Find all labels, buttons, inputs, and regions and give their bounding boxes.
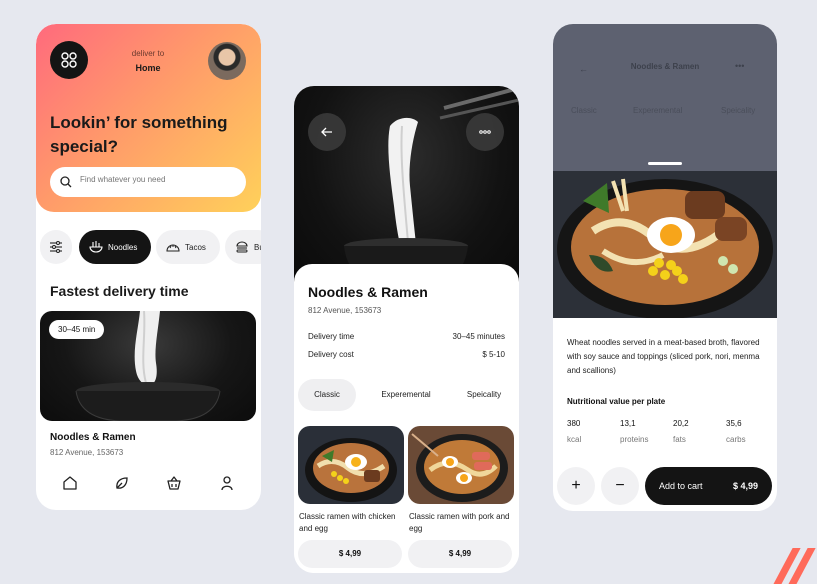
delivery-cost-row: Delivery cost $ 5-10 xyxy=(308,350,505,359)
dish-detail-screen: Noodles & Ramen ← ••• Classic Experement… xyxy=(553,24,777,511)
menu-tabs: Classic Experemental Speicality xyxy=(298,379,515,411)
leaf-icon[interactable] xyxy=(114,475,130,491)
featured-restaurant-card[interactable]: 30–45 min xyxy=(40,311,256,421)
category-list: Noodles Tacos Bu xyxy=(40,230,261,264)
add-to-cart-label: Add to cart xyxy=(659,481,703,491)
noodle-bowl-icon xyxy=(89,241,103,253)
home-icon[interactable] xyxy=(62,475,78,491)
dish-photo xyxy=(298,426,404,504)
tab-speicality[interactable]: Speicality xyxy=(454,379,514,411)
home-header: deliver to Home Lookin’ for something sp… xyxy=(36,24,261,212)
nutrition-unit: kcal xyxy=(567,435,582,444)
category-label: Bu xyxy=(254,242,261,252)
search-bar[interactable] xyxy=(50,167,246,197)
nutrition-item: 380 kcal xyxy=(567,419,581,444)
tab-classic[interactable]: Classic xyxy=(298,379,356,411)
delivery-time-value: 30–45 minutes xyxy=(452,332,505,341)
dish-photo xyxy=(553,171,777,318)
tab-speicality: Speicality xyxy=(721,106,756,115)
filter-button[interactable] xyxy=(40,230,72,264)
page-title: Lookin’ for something special? xyxy=(50,113,228,156)
restaurant-screen: Noodles & Ramen 812 Avenue, 153673 Deliv… xyxy=(294,86,519,573)
delivery-cost-label: Delivery cost xyxy=(308,350,354,359)
dish-description: Wheat noodles served in a meat-based bro… xyxy=(567,338,760,375)
nutrition-value: 20,2 xyxy=(673,419,689,428)
tab-experemental[interactable]: Experemental xyxy=(366,379,446,411)
nutrition-value: 380 xyxy=(567,419,581,428)
menu-item-card[interactable]: Classic ramen with pork and egg $ 4,99 xyxy=(408,426,514,568)
delivery-time-badge: 30–45 min xyxy=(49,320,105,339)
tab-experemental: Experemental xyxy=(633,106,683,115)
add-to-cart-button[interactable]: Add to cart $ 4,99 xyxy=(645,467,772,505)
deliver-to-value: Home xyxy=(135,63,161,73)
nutrition-item: 13,1 proteins xyxy=(620,419,648,444)
back-button[interactable] xyxy=(308,113,346,151)
delivery-time-label: Delivery time xyxy=(308,332,355,341)
category-label: Noodles xyxy=(108,242,138,252)
search-icon xyxy=(60,176,72,188)
dish-price-button[interactable]: $ 4,99 xyxy=(408,540,512,568)
basket-icon[interactable] xyxy=(166,475,182,491)
category-tacos[interactable]: Tacos xyxy=(156,230,220,264)
restaurant-title: Noodles & Ramen xyxy=(308,284,428,300)
restaurant-address: 812 Avenue, 153673 xyxy=(308,306,382,315)
category-noodles[interactable]: Noodles xyxy=(79,230,151,264)
profile-icon[interactable] xyxy=(219,475,235,491)
restaurant-address: 812 Avenue, 153673 xyxy=(50,448,124,457)
delivery-time-row: Delivery time 30–45 minutes xyxy=(308,332,505,341)
dimmed-background: Noodles & Ramen ← ••• Classic Experement… xyxy=(553,24,777,174)
tab-classic: Classic xyxy=(571,106,597,115)
avatar[interactable] xyxy=(208,42,246,80)
nutrition-item: 35,6 carbs xyxy=(726,419,746,444)
bottom-nav xyxy=(36,469,261,497)
dish-photo xyxy=(408,426,514,504)
arrow-left-icon: ← xyxy=(579,64,588,74)
filter-icon xyxy=(50,241,62,253)
nutrition-value: 35,6 xyxy=(726,419,742,428)
sheet-handle[interactable] xyxy=(648,162,682,165)
nutrition-value: 13,1 xyxy=(620,419,636,428)
nutrition-unit: fats xyxy=(673,435,686,444)
restaurant-title: Noodles & Ramen xyxy=(50,432,136,443)
dish-name: Classic ramen with chicken and egg xyxy=(299,512,396,533)
nutrition-title: Nutritional value per plate xyxy=(567,397,666,406)
grid-icon xyxy=(61,52,77,68)
home-screen: deliver to Home Lookin’ for something sp… xyxy=(36,24,261,510)
increase-quantity-button[interactable]: + xyxy=(557,467,595,505)
category-burgers[interactable]: Bu xyxy=(225,230,261,264)
nutrition-item: 20,2 fats xyxy=(673,419,689,444)
more-button[interactable] xyxy=(466,113,504,151)
restaurant-sheet: Noodles & Ramen 812 Avenue, 153673 Deliv… xyxy=(294,264,519,573)
section-title: Fastest delivery time xyxy=(50,283,189,299)
restaurant-hero xyxy=(294,86,519,286)
dish-price-button[interactable]: $ 4,99 xyxy=(298,540,402,568)
delivery-location[interactable]: deliver to Home xyxy=(98,49,198,73)
nutrition-unit: proteins xyxy=(620,435,649,444)
nutrition-unit: carbs xyxy=(726,435,746,444)
decrease-quantity-button[interactable]: − xyxy=(601,467,639,505)
dish-name: Classic ramen with pork and egg xyxy=(409,512,510,533)
burger-icon xyxy=(236,241,248,253)
cart-price: $ 4,99 xyxy=(732,481,758,491)
delivery-cost-value: $ 5-10 xyxy=(482,350,505,359)
category-label: Tacos xyxy=(185,242,206,252)
more-dots-icon: ••• xyxy=(735,61,745,71)
menu-button[interactable] xyxy=(50,41,88,79)
search-input[interactable] xyxy=(80,175,230,184)
taco-icon xyxy=(166,244,180,252)
menu-item-card[interactable]: Classic ramen with chicken and egg $ 4,9… xyxy=(298,426,404,568)
more-dots-icon xyxy=(479,130,491,134)
deliver-to-label: deliver to xyxy=(131,49,165,58)
arrow-left-icon xyxy=(321,127,332,137)
